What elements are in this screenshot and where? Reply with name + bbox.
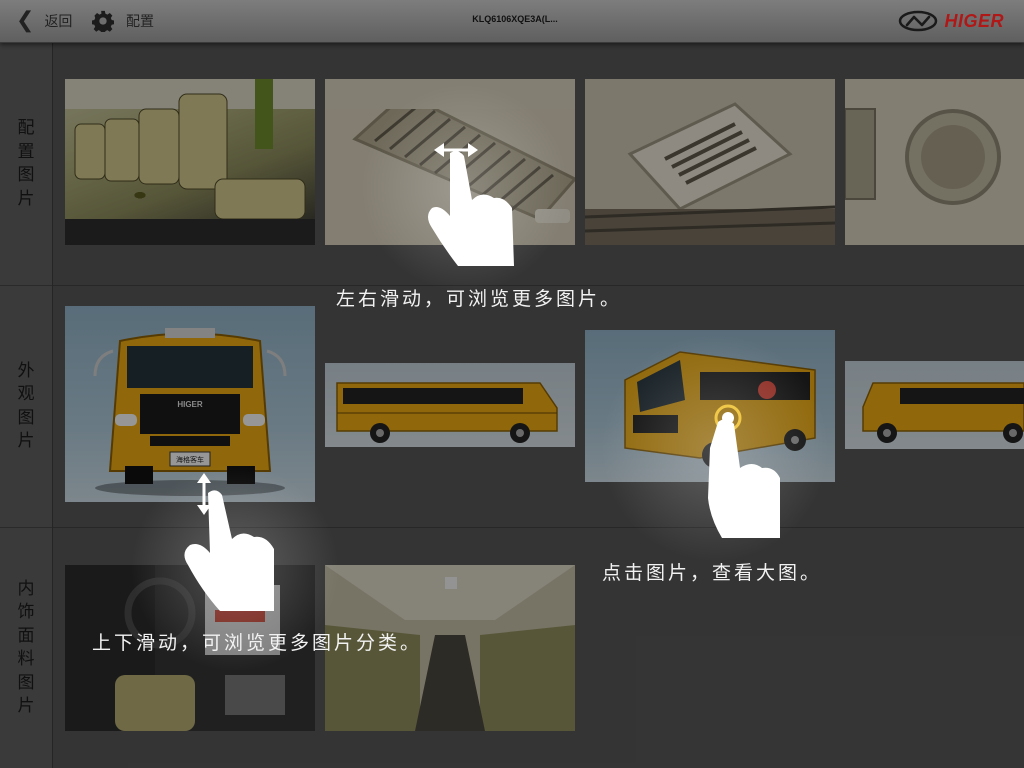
vent-closeup-image xyxy=(585,79,835,245)
speaker-image xyxy=(845,79,1024,245)
bus-side-right-image xyxy=(862,382,1024,443)
category-interior-fabric-images[interactable]: 内饰面料图片 xyxy=(0,528,52,768)
bus-front-image: HIGER 海格客车 xyxy=(93,328,287,496)
bus-sign-text: 海格客车 xyxy=(176,455,204,464)
page-title: KLQ6106XQE3A(L... xyxy=(472,14,558,24)
brand-name: HIGER xyxy=(944,10,1004,31)
config-label: 配置 xyxy=(126,14,154,30)
brand: HIGER xyxy=(898,8,1004,34)
interior-aisle-image xyxy=(325,565,575,731)
bus-plate-text: HIGER xyxy=(177,400,203,409)
category-label: 内饰面料图片 xyxy=(17,578,35,717)
thumb-bus-side-right[interactable] xyxy=(845,361,1024,449)
top-bar: ❮ 返回 配置 KLQ6106XQE3A(L... HIGER xyxy=(0,0,1024,43)
thumb-seats[interactable] xyxy=(65,79,315,245)
category-label: 配置图片 xyxy=(17,118,35,209)
bus-side-image xyxy=(336,382,558,443)
gallery: HIGER 海格客车 xyxy=(53,43,1024,768)
category-sidebar: 配置图片 外观图片 内饰面料图片 xyxy=(0,43,53,768)
seats-image xyxy=(65,79,315,245)
thumb-bus-front-three-quarter[interactable] xyxy=(585,330,835,482)
chevron-left-icon: ❮ xyxy=(16,8,35,33)
higer-logo-icon xyxy=(899,10,938,32)
thumb-interior-aisle[interactable] xyxy=(325,565,575,731)
category-config-images[interactable]: 配置图片 xyxy=(0,43,52,286)
vent-image xyxy=(325,79,575,245)
thumb-speaker[interactable] xyxy=(845,79,1024,245)
thumb-ceiling-vent[interactable] xyxy=(325,79,575,245)
bus-three-quarter-image xyxy=(624,351,816,468)
thumb-ceiling-vent-closeup[interactable] xyxy=(585,79,835,245)
gear-icon xyxy=(92,10,114,32)
thumb-bus-side-left[interactable] xyxy=(325,363,575,447)
thumb-dashboard[interactable] xyxy=(65,565,315,731)
row-divider xyxy=(53,285,1024,286)
category-exterior-images[interactable]: 外观图片 xyxy=(0,286,52,528)
back-label: 返回 xyxy=(44,14,73,30)
config-button[interactable]: 配置 xyxy=(92,8,154,34)
thumb-bus-front[interactable]: HIGER 海格客车 xyxy=(65,306,315,502)
dashboard-image xyxy=(65,565,315,731)
row-divider xyxy=(53,527,1024,528)
back-button[interactable]: ❮ 返回 xyxy=(16,8,72,34)
category-label: 外观图片 xyxy=(17,360,35,452)
